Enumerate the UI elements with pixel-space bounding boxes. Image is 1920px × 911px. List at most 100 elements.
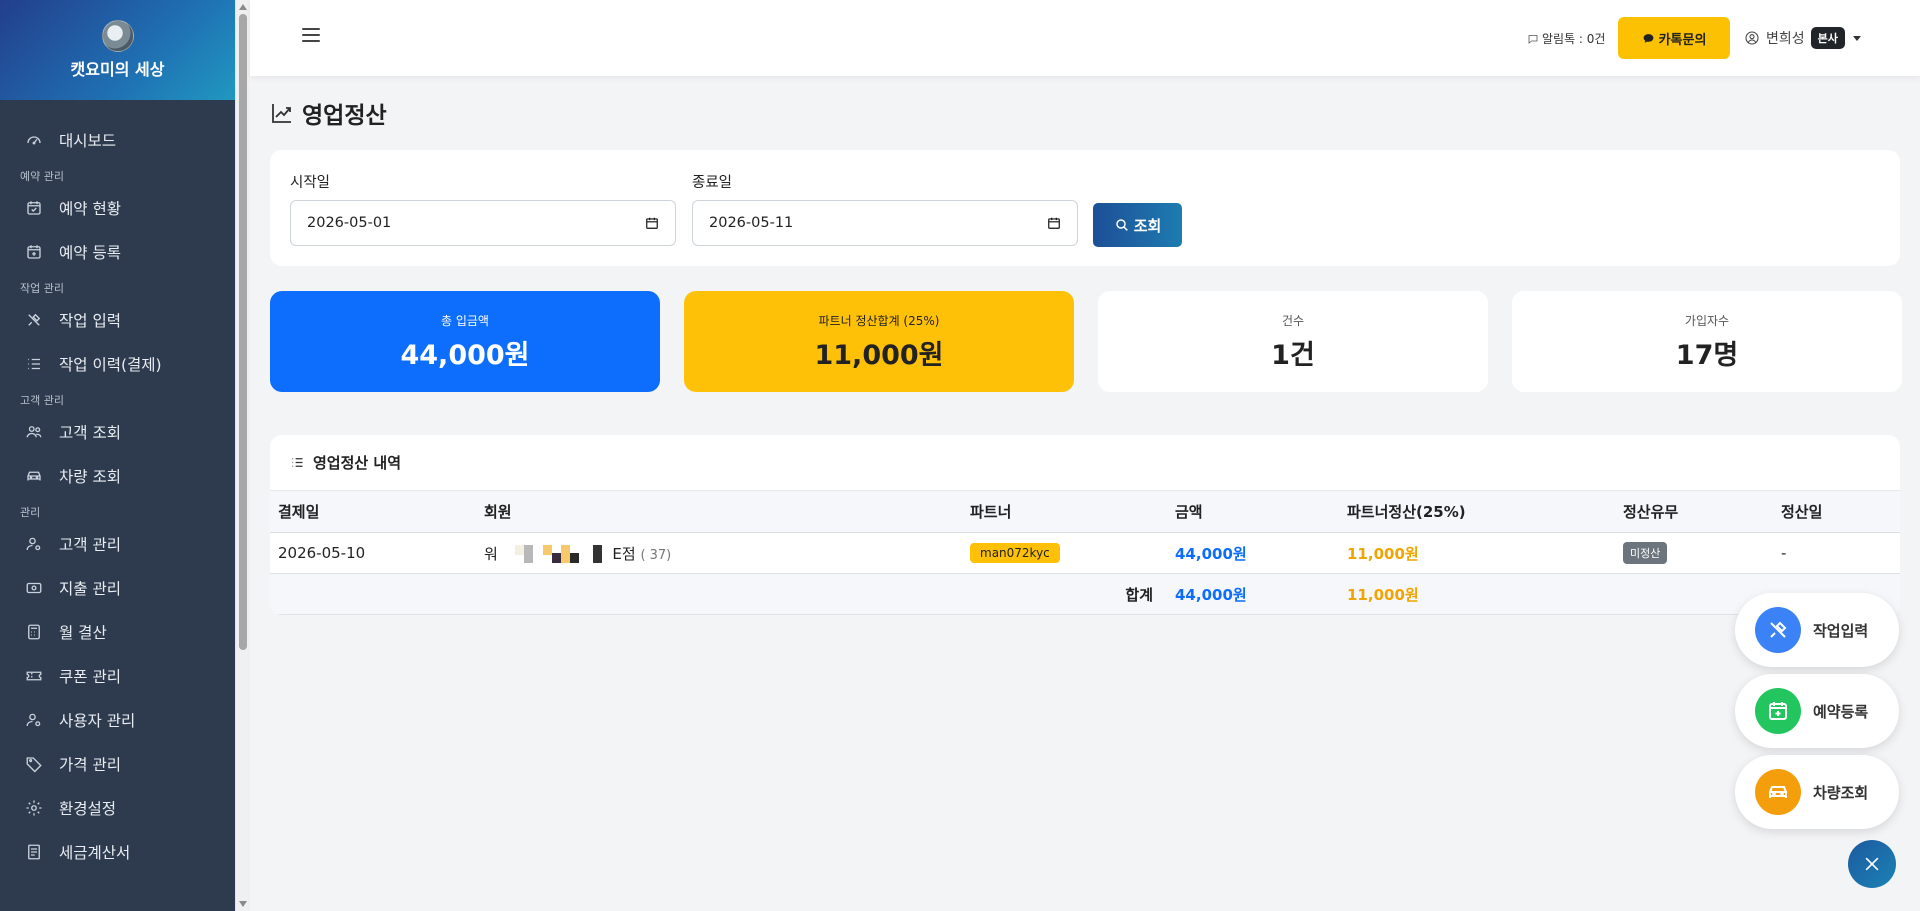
chart-line-icon — [272, 104, 291, 123]
user-circle-icon — [1745, 31, 1759, 45]
table-row[interactable]: 2026-05-10 워 E점 (37) man072kyc 44,000원 … — [270, 533, 1900, 574]
sidebar-item-label: 환경설정 — [59, 800, 117, 818]
partner-cell: man072kyc — [962, 533, 1167, 574]
settlement-table: 결제일 회원 파트너 금액 파트너정산(25%) 정산유무 정산일 2026-0… — [270, 490, 1900, 615]
column-header: 결제일 — [278, 503, 320, 521]
member-name-prefix: 워 — [484, 544, 498, 563]
calendar-icon[interactable] — [645, 216, 659, 230]
sidebar-item-user-admin[interactable]: 사용자 관리 — [0, 698, 235, 742]
status-cell: 미정산 — [1615, 533, 1773, 574]
brand-logo — [101, 20, 134, 52]
total-deposit-label: 총 입금액 — [441, 313, 489, 328]
end-date-label: 종료일 — [692, 175, 733, 191]
sidebar-item-monthly-settlement[interactable]: 월 결산 — [0, 610, 235, 654]
list-icon — [24, 354, 44, 374]
receipt-icon — [24, 842, 44, 862]
settle-date-cell: - — [1781, 544, 1787, 562]
column-header: 파트너정산(25%) — [1347, 503, 1466, 521]
partner-settlement-label: 파트너 정산합계 (25%) — [818, 313, 940, 328]
sidebar-item-label: 예약 현황 — [59, 200, 121, 218]
search-button-label: 조회 — [1133, 216, 1162, 235]
fab-label: 예약등록 — [1813, 702, 1869, 721]
calendar-check-icon — [24, 198, 44, 218]
alarm-talk-status: 알림톡 : 0건 — [1527, 30, 1605, 47]
column-header: 정산유무 — [1623, 503, 1679, 521]
brand-name: 캣요미의 세상 — [70, 60, 165, 79]
sidebar-item-reservation-register[interactable]: 예약 등록 — [0, 230, 235, 274]
sidebar-item-reservation-status[interactable]: 예약 현황 — [0, 186, 235, 230]
partner-badge: man072kyc — [970, 543, 1060, 563]
sidebar-item-label: 지출 관리 — [59, 580, 121, 598]
sidebar-item-coupon[interactable]: 쿠폰 관리 — [0, 654, 235, 698]
column-header: 파트너 — [970, 503, 1012, 521]
sidebar-item-vehicle-search[interactable]: 차량 조회 — [0, 454, 235, 498]
tag-icon — [24, 754, 44, 774]
payment-date: 2026-05-10 — [278, 544, 366, 562]
redacted-member-name — [508, 545, 602, 563]
sidebar-item-work-history[interactable]: 작업 이력(결제) — [0, 342, 235, 386]
close-fab-button[interactable] — [1848, 840, 1896, 888]
partner-settlement-card: 파트너 정산합계 (25%) 11,000원 — [684, 291, 1074, 392]
tools-icon — [24, 310, 44, 330]
calendar-icon[interactable] — [1047, 216, 1061, 230]
total-partner-amount: 11,000원 — [1347, 585, 1419, 604]
user-menu[interactable]: 변희성 본사 — [1744, 27, 1861, 49]
sidebar-item-label: 고객 관리 — [59, 536, 121, 554]
sidebar-item-tax-invoice[interactable]: 세금계산서 — [0, 830, 235, 874]
fab-work-input[interactable]: 작업입력 — [1735, 593, 1899, 667]
close-icon — [1865, 857, 1879, 871]
fab-reservation-register[interactable]: 예약등록 — [1735, 674, 1899, 748]
nav-section-reservation: 예약 관리 — [20, 170, 64, 183]
fab-vehicle-search[interactable]: 차량조회 — [1735, 755, 1899, 829]
status-badge: 미정산 — [1623, 542, 1668, 564]
start-date-label: 시작일 — [290, 175, 331, 191]
chat-bubble-icon — [1643, 33, 1653, 43]
sidebar-item-label: 쿠폰 관리 — [59, 668, 121, 686]
total-deposit-card: 총 입금액 44,000원 — [270, 291, 660, 392]
person-gear-icon — [24, 534, 44, 554]
sidebar-item-label: 대시보드 — [59, 132, 117, 150]
end-date-input[interactable]: 2026-05-11 — [692, 200, 1078, 246]
members-value: 17명 — [1675, 339, 1739, 371]
start-date-input[interactable]: 2026-05-01 — [290, 200, 676, 246]
total-deposit-value: 44,000원 — [400, 339, 530, 371]
search-button[interactable]: 조회 — [1093, 203, 1182, 247]
sidebar-item-price[interactable]: 가격 관리 — [0, 742, 235, 786]
sidebar-scrollbar[interactable] — [235, 0, 250, 911]
kakao-inquiry-button[interactable]: 카톡문의 — [1618, 17, 1730, 59]
fab-label: 차량조회 — [1813, 783, 1869, 802]
sidebar-item-settings[interactable]: 환경설정 — [0, 786, 235, 830]
members-label: 가입자수 — [1684, 313, 1730, 328]
scroll-up-arrow[interactable] — [239, 4, 247, 10]
sidebar-item-label: 고객 조회 — [59, 424, 121, 442]
sidebar-item-work-input[interactable]: 작업 입력 — [0, 298, 235, 342]
chevron-down-icon — [1852, 35, 1861, 41]
table-header-row: 결제일 회원 파트너 금액 파트너정산(25%) 정산유무 정산일 — [270, 490, 1900, 533]
alarm-talk-text: 알림톡 : 0건 — [1542, 32, 1606, 46]
sidebar-item-dashboard[interactable]: 대시보드 — [0, 118, 235, 162]
amount-cell: 44,000원 — [1175, 544, 1247, 563]
sidebar-item-customer-search[interactable]: 고객 조회 — [0, 410, 235, 454]
sidebar-item-expense[interactable]: 지출 관리 — [0, 566, 235, 610]
user-name: 변희성 — [1766, 31, 1805, 47]
end-date-value: 2026-05-11 — [709, 215, 794, 231]
table-card-header: 영업정산 내역 — [270, 435, 1900, 490]
scroll-down-arrow[interactable] — [239, 901, 247, 907]
page-title: 영업정산 — [270, 96, 387, 130]
people-icon — [24, 422, 44, 442]
brand[interactable]: 캣요미의 세상 — [0, 0, 235, 100]
member-name-suffix: E점 — [612, 544, 636, 563]
user-branch-badge: 본사 — [1810, 27, 1845, 49]
menu-toggle-icon[interactable] — [302, 28, 320, 42]
calculator-icon — [24, 622, 44, 642]
sidebar-item-label: 작업 이력(결제) — [59, 356, 162, 374]
person-gear-icon — [24, 710, 44, 730]
sidebar-item-customer-admin[interactable]: 고객 관리 — [0, 522, 235, 566]
column-header: 회원 — [484, 503, 512, 521]
table-title: 영업정산 내역 — [313, 454, 402, 472]
list-icon — [292, 458, 303, 467]
kakao-inquiry-label: 카톡문의 — [1658, 32, 1707, 48]
sidebar-item-label: 세금계산서 — [59, 844, 131, 862]
calendar-plus-icon — [1755, 688, 1801, 734]
scrollbar-thumb[interactable] — [239, 14, 247, 650]
